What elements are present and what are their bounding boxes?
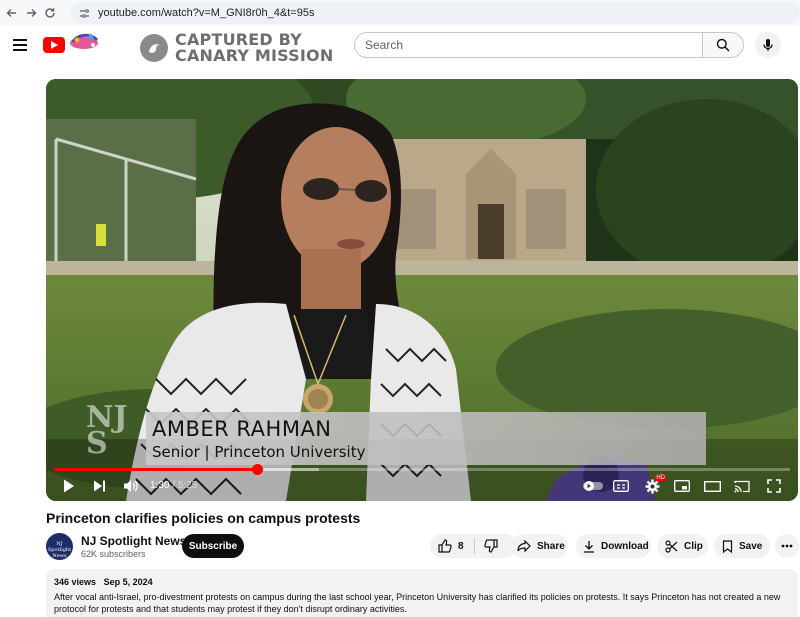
player-controls: 1:30 / 5:25 HD [46,474,798,498]
subscriber-count: 62K subscribers [81,549,146,559]
autoplay-toggle[interactable] [582,474,604,498]
search-input[interactable] [354,32,703,58]
download-label: Download [601,540,649,552]
volume-icon [123,480,138,492]
fullscreen-icon [767,479,781,493]
settings-button[interactable]: HD [642,474,666,498]
subscribe-button[interactable]: Subscribe [182,534,244,558]
subtitles-icon [613,480,629,492]
description-text: After vocal anti-Israel, pro-divestment … [54,592,781,614]
search-bar [354,32,744,58]
next-icon [93,480,105,492]
clip-label: Clip [684,540,703,552]
like-button[interactable] [438,539,452,553]
scissors-icon [665,539,678,553]
search-button[interactable] [703,32,744,58]
nj-spotlight-watermark: NJ S [86,403,128,459]
video-player[interactable]: NJ S AMBER RAHMAN Senior | Princeton Uni… [46,79,798,501]
clip-button[interactable]: Clip [657,534,708,558]
miniplayer-icon [674,480,690,492]
miniplayer-button[interactable] [672,474,692,498]
volume-button[interactable] [121,474,139,498]
fullscreen-button[interactable] [764,474,784,498]
description-box[interactable]: 346 views Sep 5, 2024 After vocal anti-I… [46,569,798,617]
share-button[interactable]: Share [511,534,568,558]
dislike-button[interactable] [483,539,498,553]
play-button[interactable] [60,474,78,498]
time-display: 1:30 / 5:25 [150,480,197,491]
youtube-logo[interactable] [43,37,65,53]
progress-played [54,468,258,471]
hd-badge: HD [655,475,666,481]
bookmark-icon [722,539,733,553]
speaker-title: Senior | Princeton University [152,443,366,461]
theater-mode-button[interactable] [702,474,722,498]
cast-button[interactable] [732,474,752,498]
speaker-name: AMBER RAHMAN [152,417,332,441]
progress-bar[interactable] [54,464,790,475]
reload-icon[interactable] [41,2,60,24]
cast-icon [734,480,750,492]
video-title: Princeton clarifies policies on campus p… [46,510,361,526]
download-button[interactable]: Download [576,534,651,558]
more-icon [781,544,793,548]
current-time: 1:30 [150,480,170,491]
canary-mission-overlay: CAPTURED BY CANARY MISSION [140,32,333,64]
back-icon[interactable] [2,2,21,24]
site-info-icon[interactable] [78,6,92,20]
thumbs-down-icon [483,539,498,553]
lower-third-caption: AMBER RAHMAN Senior | Princeton Universi… [146,412,706,465]
share-icon [517,540,531,552]
channel-avatar[interactable]: NJ Spotlight News [46,533,73,560]
theater-icon [703,480,721,492]
like-count: 8 [458,540,464,552]
like-divider [473,538,475,554]
address-bar[interactable]: youtube.com/watch?v=M_GNI8r0h_4&t=95s [69,2,800,24]
menu-icon[interactable] [10,36,30,56]
canary-line-2: CANARY MISSION [175,46,334,65]
channel-name[interactable]: NJ Spotlight News [81,534,186,548]
duration: 5:25 [177,480,198,491]
save-label: Save [739,540,763,552]
search-icon [716,38,730,52]
forward-icon[interactable] [21,2,40,24]
url-text: youtube.com/watch?v=M_GNI8r0h_4&t=95s [97,7,315,19]
more-actions-button[interactable] [775,534,799,558]
time-separator: / [172,480,176,491]
next-button[interactable] [90,474,108,498]
upload-date: Sep 5, 2024 [103,577,153,587]
share-label: Share [537,540,565,552]
channel-row: NJ Spotlight News NJ Spotlight News 62K … [46,532,799,560]
play-icon [64,479,74,493]
like-dislike-group: 8 [430,534,517,558]
voice-search-button[interactable] [755,32,781,58]
autoplay-icon [583,481,603,491]
view-count: 346 views [54,577,97,587]
description-meta: 346 views Sep 5, 2024 [54,577,790,587]
download-icon [583,540,595,553]
canary-bird-icon [140,34,168,62]
browser-toolbar: youtube.com/watch?v=M_GNI8r0h_4&t=95s [0,0,800,26]
doodle-logo[interactable] [67,30,101,54]
save-button[interactable]: Save [714,534,770,558]
microphone-icon [763,39,773,51]
thumbs-up-icon [438,539,452,553]
yt-header: CAPTURED BY CANARY MISSION [0,26,800,66]
subtitles-button[interactable] [611,474,631,498]
